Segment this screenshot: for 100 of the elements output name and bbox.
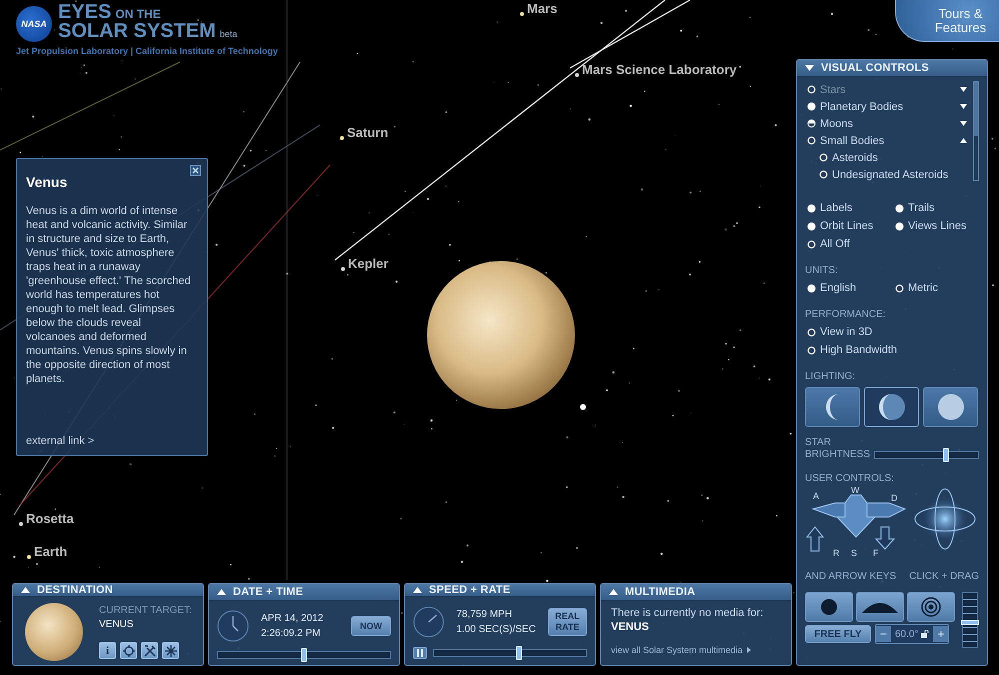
marker-dot-icon [27,555,31,559]
option-label[interactable]: View in 3D [820,326,872,338]
slider-thumb[interactable] [961,620,979,625]
option-label[interactable]: Trails [908,202,934,214]
tools-icon [144,644,156,656]
lighting-button[interactable] [923,387,978,427]
panel-header[interactable]: SPEED + RATE [405,584,595,597]
info-button[interactable]: i [99,642,116,659]
expand-arrow-icon[interactable] [960,104,967,109]
nasa-logo[interactable]: NASA [16,6,52,42]
option-label[interactable]: All Off [820,238,850,250]
radio-on-icon[interactable] [807,284,816,292]
panel-header[interactable]: DESTINATION [13,584,203,597]
radio-off-icon[interactable] [819,153,828,162]
option-label[interactable]: Small Bodies [820,134,884,146]
target-icon [921,597,941,617]
tours-button[interactable]: Tours & Features [895,0,999,42]
lighting-button[interactable] [864,387,919,427]
lighting-button[interactable] [805,387,860,427]
close-button[interactable] [190,165,201,176]
option-label[interactable]: High Bandwidth [820,344,898,356]
radio-on-icon[interactable] [895,204,904,212]
link-arrow-icon [746,647,751,653]
collapse-arrow-icon[interactable] [960,138,967,143]
rate-slider[interactable] [432,649,587,657]
free-fly-button[interactable]: FREE FLY [805,625,871,643]
option-label[interactable]: English [820,282,856,294]
object-label[interactable]: Saturn [347,125,388,140]
tools-button[interactable] [141,642,158,659]
crescent-moon-icon [826,394,839,420]
target-value: VENUS [611,621,650,633]
pause-icon [416,649,424,657]
external-link[interactable]: external link > [26,435,94,447]
object-label[interactable]: Mars [527,1,558,16]
view-button[interactable] [805,592,853,622]
zoom-slider[interactable] [962,592,978,648]
radio-off-icon[interactable] [807,136,816,145]
plus-button[interactable]: + [933,626,948,642]
option-label[interactable]: Asteroids [832,152,878,164]
real-rate-button[interactable]: REAL RATE [548,608,587,636]
option-label[interactable]: Views Lines [908,220,966,232]
drag-control-drawing [914,488,976,550]
radio-on-icon[interactable] [895,222,904,230]
rate-text: 1.00 SEC(S)/SEC [456,624,536,635]
now-button[interactable]: NOW [351,616,391,636]
option-label[interactable]: Undesignated Asteroids [832,168,948,180]
moon-dot-icon [580,404,586,410]
key-label: D [891,493,898,503]
panel-title: DESTINATION [37,584,113,596]
view-button[interactable] [907,592,955,622]
option-label[interactable]: Planetary Bodies [820,100,904,112]
section-label: PERFORMANCE: [805,309,887,322]
key-label: S [851,548,858,558]
fov-value: 60.0° [895,628,918,640]
radio-off-icon[interactable] [807,328,816,336]
panel-title: DATE + TIME [233,586,304,598]
radio-on-icon[interactable] [807,204,816,212]
scrollbar[interactable] [973,81,979,181]
radio-off-icon[interactable] [807,346,816,354]
logo-title: EYES [58,4,112,21]
caption: CLICK + DRAG [909,571,979,582]
planet-drawing[interactable] [427,261,575,409]
radio-on-icon[interactable] [807,102,816,111]
panel-title: MULTIMEDIA [625,586,696,598]
card-description: Venus is a dim world of intense heat and volcanic activity. Similar in structure and size to Earth, Venus' thick, toxic atmosphere traps heat in a runaway 'greenhouse effect.' The scorched world has temperatures hot enough to melt lead. Glimpses below the clouds reveal volcanoes and deformed mountains. Venus spins slowly in the opposite direction of most planets. [26,204,192,386]
radio-partial-icon[interactable] [807,119,816,128]
radio-off-icon[interactable] [895,284,904,292]
option-label[interactable]: Moons [820,118,854,130]
option-label[interactable]: Labels [820,202,852,214]
panel-header[interactable]: MULTIMEDIA [601,584,791,601]
brightness-slider[interactable] [874,451,979,459]
expand-arrow-icon[interactable] [960,121,967,126]
multimedia-link[interactable]: view all Solar System multimedia [611,645,751,655]
collapse-arrow-icon [609,589,618,595]
date-text: APR 14, 2012 [261,613,324,624]
view-button[interactable] [856,592,904,622]
radio-off-icon[interactable] [807,240,816,248]
radio-on-icon[interactable] [807,222,816,230]
radio-off-icon[interactable] [819,170,828,179]
minus-button[interactable]: − [876,626,891,642]
logo-title: SOLAR SYSTEM [58,23,216,40]
asterisk-button[interactable] [162,642,179,659]
slider-thumb[interactable] [301,648,307,662]
slider-thumb[interactable] [516,646,522,660]
slider-thumb[interactable] [943,448,949,462]
section-label: USER CONTROLS: [805,473,895,486]
panel-header[interactable]: VISUAL CONTROLS [797,60,987,77]
panel-header[interactable]: DATE + TIME [209,584,399,601]
object-label[interactable]: Rosetta [26,511,74,526]
option-label[interactable]: Metric [908,282,938,294]
option-label[interactable]: Orbit Lines [820,220,874,232]
fov-control[interactable]: − 60.0° + [875,624,950,644]
object-label[interactable]: Earth [34,544,68,559]
field-label: CURRENT TARGET: [99,605,192,616]
object-label[interactable]: Kepler [348,256,388,271]
target-button[interactable] [120,642,137,659]
pause-button[interactable] [413,647,427,659]
object-label[interactable]: Mars Science Laboratory [582,62,737,77]
media-message: There is currently no media for: [611,607,764,619]
time-slider[interactable] [217,651,391,659]
